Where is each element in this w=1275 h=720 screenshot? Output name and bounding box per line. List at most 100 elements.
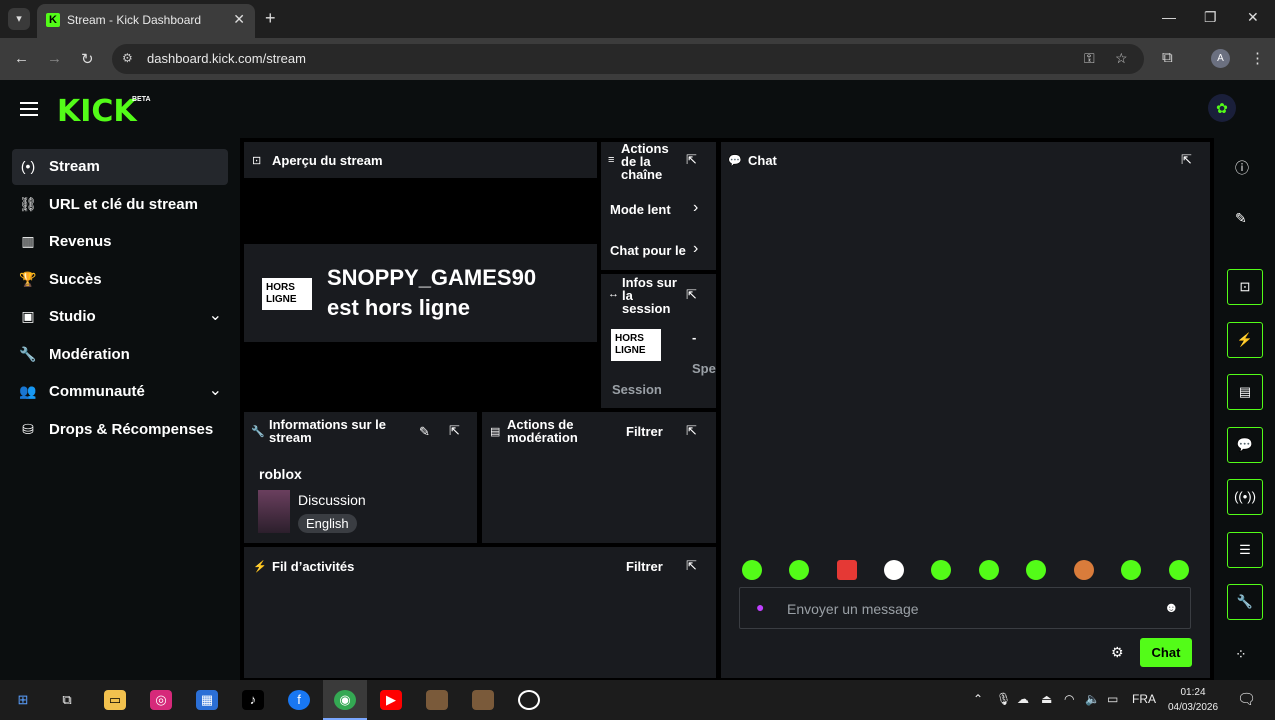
address-bar[interactable]: ⚙ dashboard.kick.com/stream ⚿ ☆ <box>112 44 1144 74</box>
emote-icon[interactable] <box>1169 560 1189 580</box>
chat-settings-gear-icon[interactable]: ⚙ <box>1111 644 1124 661</box>
emote-icon[interactable] <box>789 560 809 580</box>
notifications-icon[interactable]: 🗨 <box>1237 690 1256 708</box>
toggle-session-icon[interactable]: ((•)) <box>1227 479 1263 515</box>
store-icon[interactable]: ▦ <box>196 690 218 710</box>
emote-icon[interactable] <box>979 560 999 580</box>
sidebar-item-label: Succès <box>49 271 102 288</box>
chevron-down-icon[interactable]: ⌄ <box>209 305 222 325</box>
task-view-icon[interactable]: ⧉ <box>56 690 78 710</box>
popout-icon[interactable]: ⇱ <box>449 423 460 439</box>
wifi-icon[interactable]: ◠ <box>1064 692 1074 706</box>
edit-layout-icon[interactable]: ✎ <box>1235 210 1247 227</box>
browser-menu-icon[interactable]: ⋮ <box>1250 49 1265 67</box>
browser-tab[interactable]: K Stream - Kick Dashboard ✕ <box>37 4 255 38</box>
emote-icon[interactable] <box>1074 560 1094 580</box>
file-explorer-icon[interactable]: ▭ <box>104 690 126 710</box>
minimize-icon[interactable]: — <box>1162 9 1176 25</box>
toggle-mod-actions-icon[interactable]: ▤ <box>1227 374 1263 410</box>
new-tab-icon[interactable]: + <box>265 8 276 29</box>
extensions-icon[interactable]: ⧉ <box>1162 49 1173 66</box>
onedrive-icon[interactable]: ☁ <box>1017 692 1029 706</box>
mod-actions-filter-button[interactable]: Filtrer <box>626 424 663 439</box>
emote-icon[interactable] <box>837 560 857 580</box>
popout-icon[interactable]: ⇱ <box>686 152 697 168</box>
toggle-channel-actions-icon[interactable]: ☰ <box>1227 532 1263 568</box>
emote-icon[interactable] <box>1026 560 1046 580</box>
edit-pencil-icon[interactable]: ✎ <box>419 424 430 440</box>
sidebar-item-community[interactable]: 👥 Communauté ⌄ <box>12 374 228 410</box>
toggle-chat-icon[interactable]: 💬 <box>1227 427 1263 463</box>
language-indicator[interactable]: FRA <box>1132 692 1156 706</box>
emote-icon[interactable] <box>742 560 762 580</box>
microphone-icon[interactable]: ● <box>756 599 764 615</box>
wrench-icon: 🔧 <box>251 426 265 438</box>
back-icon[interactable]: ← <box>14 50 29 67</box>
chevron-down-icon[interactable]: ⌄ <box>209 380 222 400</box>
activity-filter-button[interactable]: Filtrer <box>626 559 663 574</box>
bookmark-star-icon[interactable]: ☆ <box>1115 50 1128 67</box>
popout-icon[interactable]: ⇱ <box>686 287 697 303</box>
emote-icon[interactable] <box>884 560 904 580</box>
microphone-tray-icon[interactable]: 🎙 <box>996 692 1011 706</box>
slow-mode-item[interactable]: Mode lent <box>610 202 671 217</box>
chrome-icon[interactable]: ◉ <box>334 690 356 710</box>
popout-icon[interactable]: ⇱ <box>686 558 697 574</box>
tiktok-icon[interactable]: ♪ <box>242 690 264 710</box>
password-key-icon[interactable]: ⚿ <box>1084 50 1095 67</box>
drops-icon: ⛁ <box>22 421 34 437</box>
volume-icon[interactable]: 🔈 <box>1085 692 1100 706</box>
followers-chat-item[interactable]: Chat pour le <box>610 243 686 258</box>
sidebar-item-label: Stream <box>49 158 100 175</box>
windows-start-icon[interactable]: ⊞ <box>12 690 34 710</box>
emote-icon[interactable] <box>1121 560 1141 580</box>
more-widgets-icon[interactable]: ⁘ <box>1235 646 1247 663</box>
sidebar-item-label: Revenus <box>49 233 112 250</box>
toggle-activity-icon[interactable]: ⚡ <box>1227 322 1263 358</box>
window-close-icon[interactable]: ✕ <box>1247 9 1259 26</box>
chat-message-input[interactable]: ● Envoyer un message ☻ <box>739 587 1191 629</box>
facebook-icon[interactable]: f <box>288 690 310 710</box>
sidebar-item-url-key[interactable]: ⛓ URL et clé du stream <box>12 187 228 223</box>
sidebar-item-moderation[interactable]: 🔧 Modération <box>12 337 228 373</box>
info-icon[interactable]: ⓘ <box>1235 158 1249 178</box>
obs-icon[interactable] <box>518 690 540 710</box>
sidebar-item-drops[interactable]: ⛁ Drops & Récompenses <box>12 412 228 448</box>
chat-send-button[interactable]: Chat <box>1140 638 1192 667</box>
chevron-right-icon[interactable]: › <box>693 199 698 217</box>
site-info-icon[interactable]: ⚙ <box>122 51 133 65</box>
game-app-icon-2[interactable] <box>472 690 494 710</box>
popout-icon[interactable]: ⇱ <box>1181 152 1192 168</box>
chevron-right-icon[interactable]: › <box>693 240 698 258</box>
usb-icon[interactable]: ⏏ <box>1041 692 1052 706</box>
user-avatar[interactable]: ✿ <box>1208 94 1236 122</box>
tray-overflow-icon[interactable]: ⌃ <box>973 692 983 706</box>
profile-avatar[interactable]: A <box>1211 49 1230 68</box>
youtube-icon[interactable]: ▶ <box>380 690 402 710</box>
restore-icon[interactable]: ❐ <box>1204 9 1217 26</box>
sidebar-item-achievements[interactable]: 🏆 Succès <box>12 262 228 298</box>
game-app-icon[interactable] <box>426 690 448 710</box>
popout-icon[interactable]: ⇱ <box>686 423 697 439</box>
browser-toolbar: ← → ↻ ⚙ dashboard.kick.com/stream ⚿ ☆ ⧉ … <box>0 38 1275 80</box>
sidebar-item-revenue[interactable]: ▥ Revenus <box>12 224 228 260</box>
sidebar-item-stream[interactable]: (•) Stream <box>12 149 228 185</box>
emoji-picker-icon[interactable]: ☻ <box>1164 599 1179 615</box>
tab-search-icon[interactable]: ▾ <box>8 8 30 30</box>
instagram-icon[interactable]: ◎ <box>150 690 172 710</box>
toggle-preview-icon[interactable]: ⊡ <box>1227 269 1263 305</box>
system-clock[interactable]: 01:24 04/03/2026 <box>1165 685 1221 715</box>
sidebar-item-studio[interactable]: ▣ Studio ⌄ <box>12 299 228 335</box>
category-name: Discussion <box>298 492 366 508</box>
forward-icon[interactable]: → <box>47 50 62 67</box>
battery-icon[interactable]: ▭ <box>1107 692 1118 706</box>
tab-close-icon[interactable]: ✕ <box>233 11 245 28</box>
toggle-stream-info-icon[interactable]: 🔧 <box>1227 584 1263 620</box>
hamburger-menu-icon[interactable] <box>20 102 38 116</box>
reload-icon[interactable]: ↻ <box>81 50 94 68</box>
community-icon: 👥 <box>19 383 37 399</box>
chat-placeholder: Envoyer un message <box>787 601 919 617</box>
emote-icon[interactable] <box>931 560 951 580</box>
sidebar-item-label: Drops & Récompenses <box>49 421 214 438</box>
kick-logo[interactable]: KICK <box>57 94 137 129</box>
